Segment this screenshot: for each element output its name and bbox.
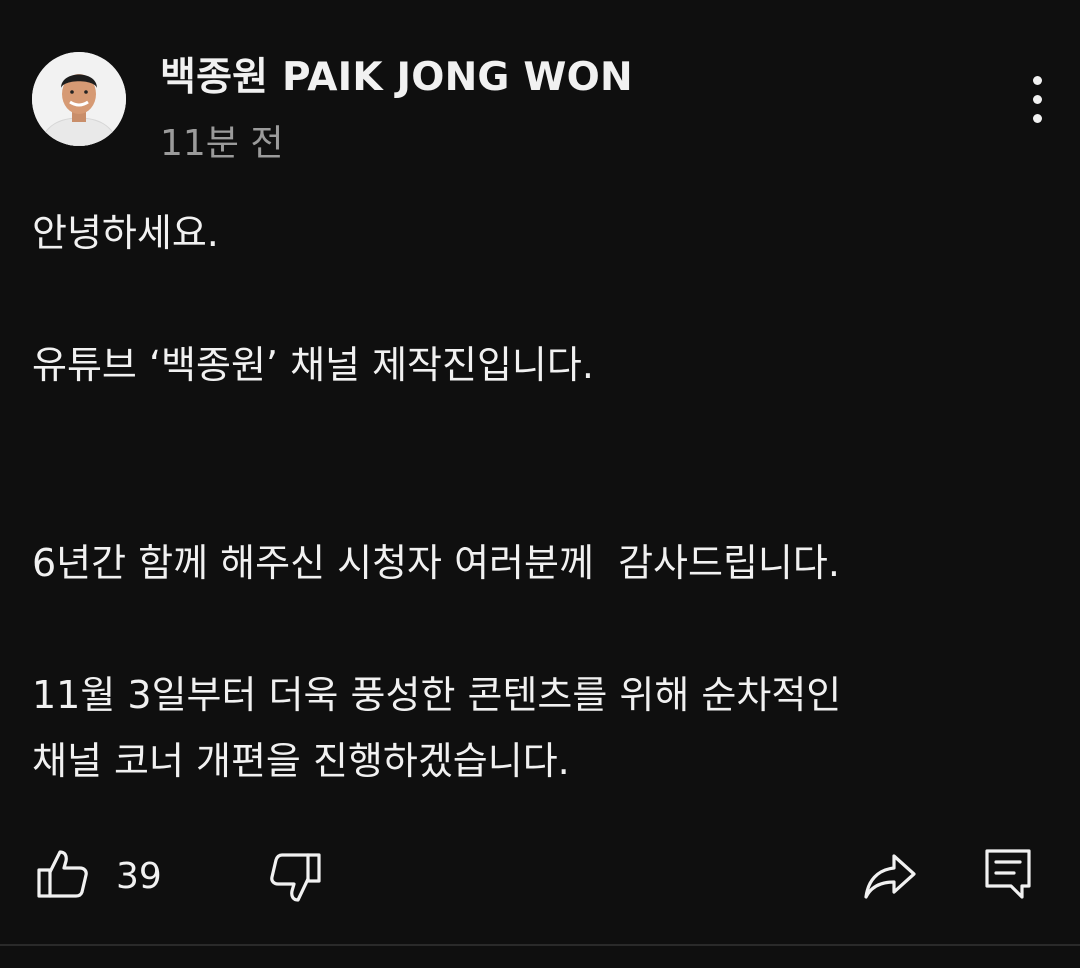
post-body-line: 안녕하세요. <box>32 211 219 255</box>
post-body-line <box>32 464 1042 530</box>
more-options-icon[interactable] <box>1028 74 1052 126</box>
post-header: 백종원 PAIK JONG WON 11분 전 <box>32 46 1080 166</box>
post-actions-bar: 39 <box>0 838 1080 918</box>
post-body-line: 6년간 함께 해주신 시청자 여러분께 감사드립니다. <box>32 541 840 585</box>
channel-avatar[interactable] <box>32 52 126 146</box>
post-timestamp: 11분 전 <box>160 123 284 164</box>
share-icon[interactable] <box>862 852 918 906</box>
post-body-line: 채널 코너 개편을 진행하겠습니다. <box>32 739 570 783</box>
post-body-line <box>32 398 1042 464</box>
comment-icon[interactable] <box>984 848 1032 904</box>
post-body-line: 유튜브 ‘백종원’ 채널 제작진입니다. <box>32 343 594 387</box>
post-body: 안녕하세요. 유튜브 ‘백종원’ 채널 제작진입니다. 6년간 함께 해주신 시… <box>32 200 1042 794</box>
thumbs-down-icon[interactable] <box>268 852 322 910</box>
post-body-line <box>32 596 1042 662</box>
like-count: 39 <box>116 856 162 897</box>
channel-name[interactable]: 백종원 PAIK JONG WON <box>160 46 633 102</box>
community-post: 백종원 PAIK JONG WON 11분 전 안녕하세요. 유튜브 ‘백종원’… <box>0 0 1080 968</box>
thumbs-up-icon[interactable] <box>36 848 90 906</box>
post-body-line <box>32 266 1042 332</box>
post-body-line: 11월 3일부터 더욱 풍성한 콘텐츠를 위해 순차적인 <box>32 673 842 717</box>
divider <box>0 944 1080 946</box>
